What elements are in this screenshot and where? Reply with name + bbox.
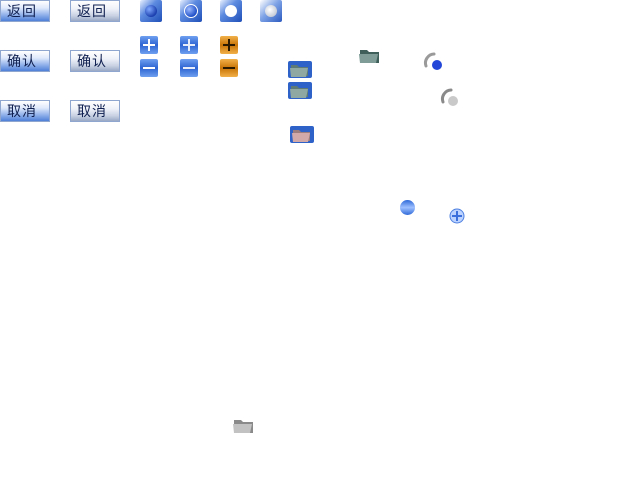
cancel-button-blue[interactable]: 取消 (0, 100, 50, 122)
cancel-button-label: 取消 (77, 104, 107, 120)
radio-dot (225, 5, 237, 17)
plus-icon[interactable] (220, 36, 238, 54)
folder-icon[interactable] (358, 45, 382, 65)
confirm-button-silver[interactable]: 确认 (70, 50, 120, 72)
cancel-button-label: 取消 (7, 104, 37, 120)
confirm-button-blue[interactable]: 确认 (0, 50, 50, 72)
plus-icon[interactable] (140, 36, 158, 54)
minus-icon[interactable] (140, 59, 158, 77)
folder-icon-glyph (290, 86, 308, 98)
folder-icon[interactable] (288, 82, 312, 99)
expand-icon[interactable] (449, 208, 465, 224)
radio-button-icon[interactable] (400, 200, 415, 215)
radio-dot (265, 5, 277, 17)
spinner-icon (440, 88, 462, 110)
folder-icon-glyph (233, 420, 253, 433)
radio-button-icon[interactable] (260, 0, 282, 22)
spinner-icon-glyph (441, 88, 458, 106)
back-button-label: 返回 (7, 4, 37, 20)
folder-icon-glyph (290, 65, 308, 77)
minus-icon[interactable] (180, 59, 198, 77)
folder-icon[interactable] (288, 61, 312, 78)
plus-icon[interactable] (180, 36, 198, 54)
folder-icon[interactable] (290, 126, 314, 143)
folder-icon[interactable] (232, 415, 256, 435)
minus-icon-glyph (223, 67, 235, 69)
plus-icon-glyph (143, 39, 155, 51)
expand-icon-glyph (449, 208, 465, 224)
spinner-icon (423, 52, 445, 74)
radio-dot (145, 5, 157, 17)
folder-icon-glyph (292, 130, 310, 142)
back-button-blue[interactable]: 返回 (0, 0, 50, 22)
radio-button-icon[interactable] (180, 0, 202, 22)
minus-icon[interactable] (220, 59, 238, 77)
plus-icon-glyph (183, 39, 195, 51)
radio-button-icon[interactable] (220, 0, 242, 22)
folder-icon-glyph (359, 50, 379, 63)
radio-dot (184, 4, 198, 18)
confirm-button-label: 确认 (77, 54, 107, 70)
back-button-silver[interactable]: 返回 (70, 0, 120, 22)
cancel-button-silver[interactable]: 取消 (70, 100, 120, 122)
minus-icon-glyph (143, 67, 155, 69)
plus-icon-glyph (223, 39, 235, 51)
radio-button-icon[interactable] (140, 0, 162, 22)
spinner-icon-glyph (424, 52, 442, 70)
confirm-button-label: 确认 (7, 54, 37, 70)
back-button-label: 返回 (77, 4, 107, 20)
minus-icon-glyph (183, 67, 195, 69)
